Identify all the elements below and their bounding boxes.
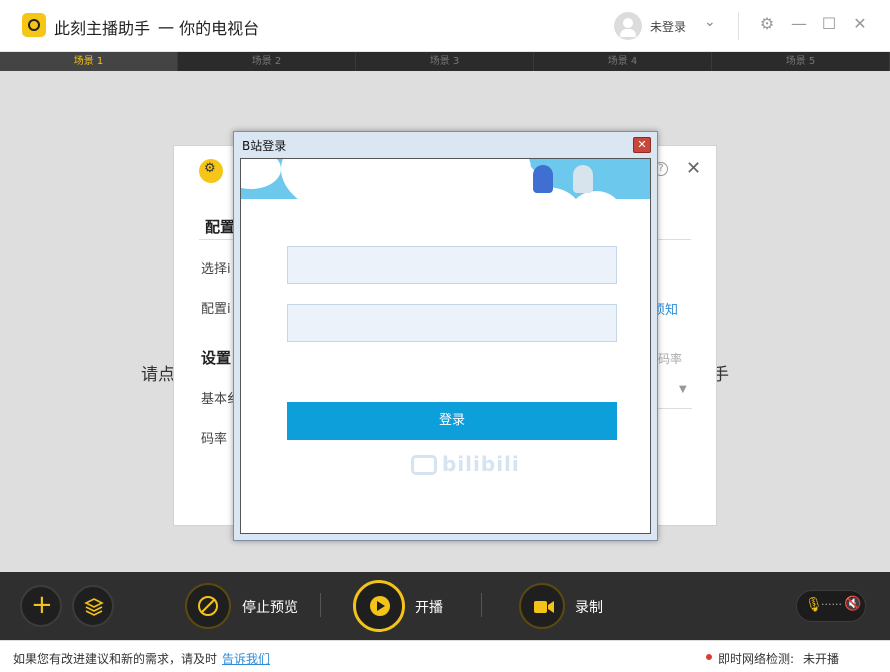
video-camera-icon	[534, 601, 554, 613]
chevron-down-icon[interactable]: ⌄	[704, 14, 716, 30]
section-heading-config: 配置	[205, 218, 236, 236]
tab-scene-1[interactable]: 场景 1	[0, 52, 178, 71]
hint-text-left: 请点	[141, 365, 175, 385]
app-logo-icon	[22, 13, 46, 37]
record-button[interactable]	[519, 583, 565, 629]
tab-scene-5[interactable]: 场景 5	[712, 52, 890, 71]
stop-preview-button[interactable]	[185, 583, 231, 629]
dialog-close-icon[interactable]: ✕	[633, 137, 651, 153]
audio-controls: 🎙 ······ 🔇	[796, 590, 866, 622]
title-bar: 此刻主播助手 一 你的电视台 未登录 ⌄ ⚙ — ☐ ✕	[0, 0, 890, 52]
stop-preview-label[interactable]: 停止预览	[242, 597, 298, 617]
layers-icon	[84, 598, 104, 616]
config-icon	[199, 159, 223, 183]
dialog-title: B站登录	[242, 139, 287, 153]
dropdown-arrow-icon[interactable]: ▼	[679, 384, 687, 395]
bilibili-logo: bilibili	[442, 452, 520, 476]
app-subtitle: 一 你的电视台	[158, 19, 260, 38]
divider	[481, 593, 482, 617]
tab-scene-4[interactable]: 场景 4	[534, 52, 712, 71]
mascot-22-icon	[533, 165, 553, 193]
section-heading-settings: 设置	[201, 349, 232, 367]
cloud-shape	[241, 199, 650, 239]
app-title: 此刻主播助手	[54, 19, 151, 38]
bilibili-tv-icon	[411, 455, 437, 475]
tab-scene-2[interactable]: 场景 2	[178, 52, 356, 71]
scene-tabs: 场景 1 场景 2 场景 3 场景 4 场景 5	[0, 52, 890, 71]
user-avatar-icon[interactable]	[614, 12, 642, 40]
feedback-text: 如果您有改进建议和新的需求，请及时	[13, 652, 218, 666]
settings-gear-icon[interactable]: ⚙	[757, 14, 777, 33]
row-label-bitrate: 码率	[201, 432, 228, 447]
audio-level-dots: ······	[821, 598, 842, 611]
cloud-shape	[241, 159, 281, 189]
row-label-select: 选择i	[201, 262, 231, 277]
tab-scene-3[interactable]: 场景 3	[356, 52, 534, 71]
record-label[interactable]: 录制	[575, 597, 603, 617]
feedback-link[interactable]: 告诉我们	[222, 650, 270, 667]
password-field[interactable]	[287, 304, 617, 342]
speaker-mute-icon[interactable]: 🔇	[844, 596, 861, 612]
start-broadcast-button[interactable]	[353, 580, 405, 632]
layers-button[interactable]	[72, 585, 114, 627]
bilibili-login-dialog: B站登录 ✕ 登录 bilibili	[233, 131, 658, 541]
dialog-body: 登录 bilibili	[240, 158, 651, 534]
start-broadcast-label[interactable]: 开播	[415, 597, 443, 617]
row-label-configure: 配置i	[201, 302, 231, 317]
plus-icon: +	[31, 590, 53, 620]
network-check-value: 未开播	[803, 652, 840, 666]
status-bar: 如果您有改进建议和新的需求，请及时 告诉我们 即时网络检测: 未开播	[0, 640, 890, 672]
divider	[738, 12, 739, 40]
mascot-33-icon	[573, 165, 593, 193]
network-check-label: 即时网络检测:	[718, 652, 795, 666]
rate-hint: 码率	[658, 352, 683, 366]
username-field[interactable]	[287, 246, 617, 284]
close-icon[interactable]: ✕	[686, 158, 701, 179]
divider	[320, 593, 321, 617]
maximize-icon[interactable]: ☐	[819, 14, 839, 33]
minimize-icon[interactable]: —	[789, 14, 809, 33]
network-status-dot	[706, 654, 712, 660]
add-source-button[interactable]: +	[20, 585, 62, 627]
login-button[interactable]: 登录	[287, 402, 617, 440]
divider	[652, 408, 692, 409]
banner-illustration	[241, 159, 650, 239]
play-icon	[370, 596, 390, 616]
user-status[interactable]: 未登录	[650, 18, 686, 35]
eye-off-icon	[198, 596, 218, 616]
close-window-icon[interactable]: ✕	[850, 14, 870, 33]
bottom-toolbar: + 停止预览 开播 录制 🎙 ······ 🔇	[0, 572, 890, 640]
